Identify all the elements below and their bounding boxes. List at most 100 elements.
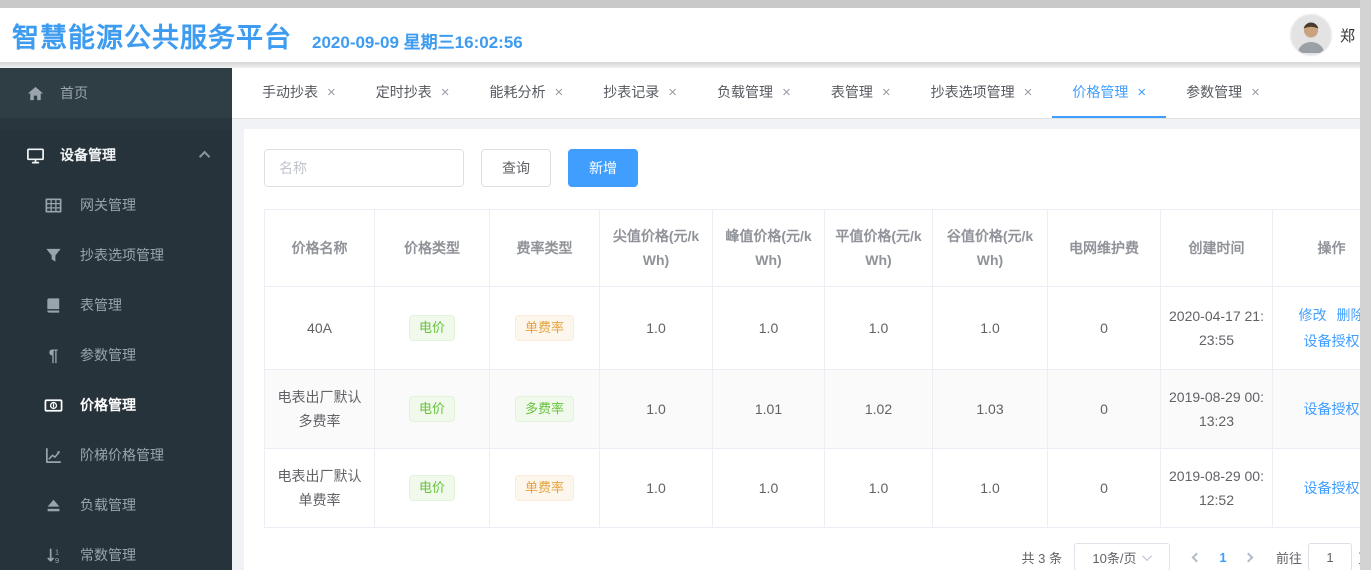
prev-page-button[interactable] [1184, 543, 1210, 570]
tag-badge: 多费率 [514, 396, 574, 422]
tab-0[interactable]: 手动抄表 × [242, 68, 356, 118]
tab-1[interactable]: 定时抄表 × [356, 68, 470, 118]
sidebar-item-7[interactable]: 1 9 常数管理 [0, 530, 232, 570]
cell-grid-fee: 0 [1047, 448, 1161, 528]
sidebar-item-5[interactable]: 阶梯价格管理 [0, 430, 232, 480]
tab-7[interactable]: 价格管理 × [1052, 68, 1167, 118]
window-right-strip [1360, 0, 1371, 570]
chevron-left-icon [1192, 552, 1202, 562]
add-button[interactable]: 新增 [568, 149, 638, 187]
column-header-8: 创建时间 [1160, 209, 1273, 287]
close-icon[interactable]: × [882, 85, 891, 100]
pagination-total: 共 3 条 [1021, 550, 1062, 566]
cell-rate-type: 单费率 [489, 448, 600, 528]
sidebar-item-3[interactable]: ¶ 参数管理 [0, 330, 232, 380]
query-button[interactable]: 查询 [481, 149, 551, 187]
sort-numeric-icon: 19 [44, 546, 63, 565]
cell-price-type: 电价 [374, 448, 490, 528]
cell-sharp-price: 1.0 [599, 369, 713, 449]
column-header-2: 费率类型 [489, 209, 600, 287]
chevron-up-icon [198, 150, 211, 163]
column-header-9: 操作 [1272, 209, 1371, 287]
column-header-0: 价格名称 [264, 209, 375, 287]
tab-label: 参数管理 [1186, 84, 1243, 100]
sidebar-item-label: 首页 [60, 85, 88, 101]
sidebar-item-label: 表管理 [80, 297, 122, 313]
page-number-1[interactable]: 1 [1210, 550, 1236, 565]
tab-4[interactable]: 负载管理 × [697, 68, 811, 118]
home-icon [26, 84, 45, 103]
tab-label: 负载管理 [717, 84, 774, 100]
sidebar-item-0[interactable]: 网关管理 [0, 180, 232, 230]
cell-grid-fee: 0 [1047, 286, 1161, 370]
money-icon [44, 396, 63, 415]
page-size-select[interactable]: 10条/页 [1073, 543, 1170, 570]
cell-grid-fee: 0 [1047, 369, 1161, 449]
next-page-button[interactable] [1236, 543, 1262, 570]
close-icon[interactable]: × [1024, 85, 1033, 100]
window-top-strip [0, 0, 1371, 8]
svg-text:9: 9 [55, 556, 59, 565]
search-input[interactable] [264, 149, 464, 187]
sidebar-item-2[interactable]: 表管理 [0, 280, 232, 330]
action-link-0[interactable]: 修改 [1299, 302, 1327, 328]
close-icon[interactable]: × [1137, 85, 1146, 100]
cell-created-time: 2019-08-29 00:13:23 [1160, 369, 1273, 449]
user-avatar[interactable] [1290, 15, 1331, 55]
cell-rate-type: 多费率 [489, 369, 600, 449]
cell-created-time: 2019-08-29 00:12:52 [1160, 448, 1273, 528]
close-icon[interactable]: × [782, 85, 791, 100]
tab-label: 手动抄表 [262, 84, 318, 100]
cell-price-type: 电价 [374, 369, 490, 449]
column-header-6: 谷值价格(元/kWh) [932, 209, 1048, 287]
cell-actions: 设备授权 [1272, 448, 1371, 528]
price-management-card: 查询 新增 价格名称价格类型费率类型尖值价格(元/kWh)峰值价格(元/kWh)… [244, 129, 1371, 570]
pilcrow-icon: ¶ [48, 345, 59, 365]
cell-actions: 修改 删除设备授权 [1272, 286, 1371, 370]
sidebar-item-4[interactable]: 价格管理 [0, 380, 232, 430]
close-icon[interactable]: × [1251, 85, 1260, 100]
tab-5[interactable]: 表管理 × [811, 68, 911, 118]
sidebar-item-6[interactable]: 负载管理 [0, 480, 232, 530]
tab-label: 表管理 [830, 84, 873, 100]
table-row: 电表出厂默认单费率 电价 单费率 1.0 1.0 1.0 1.0 0 2019-08-29 00… [264, 448, 1371, 528]
tag-badge: 电价 [408, 475, 455, 501]
action-link-0[interactable]: 设备授权 [1304, 475, 1360, 501]
sidebar-item-label: 阶梯价格管理 [80, 447, 164, 463]
cell-flat-price: 1.02 [824, 369, 933, 449]
tab-2[interactable]: 能耗分析 × [470, 68, 584, 118]
close-icon[interactable]: × [668, 85, 677, 100]
cell-valley-price: 1.0 [932, 448, 1048, 528]
chart-icon [44, 446, 63, 465]
tab-6[interactable]: 抄表选项管理 × [911, 68, 1053, 118]
cell-valley-price: 1.0 [932, 286, 1048, 370]
action-link-0[interactable]: 设备授权 [1304, 396, 1360, 422]
sidebar-item-label: 抄表选项管理 [80, 247, 164, 263]
sidebar: 首页 设备管理 网关管理抄表选项管理 表管理 ¶ 参数管理 价格管理阶梯价格管理负载管理… [0, 68, 232, 570]
close-icon[interactable]: × [327, 85, 336, 100]
sidebar-group-device-management[interactable]: 设备管理 [0, 130, 232, 180]
sidebar-group-wrap: 设备管理 网关管理抄表选项管理 表管理 ¶ 参数管理 价格管理阶梯价格管理负载管理 1 9 常… [0, 130, 232, 570]
cell-flat-price: 1.0 [824, 286, 933, 370]
close-icon[interactable]: × [441, 85, 450, 100]
user-name[interactable]: 郑 [1340, 25, 1355, 46]
app-title: 智慧能源公共服务平台 [12, 22, 292, 53]
column-header-4: 峰值价格(元/kWh) [712, 209, 825, 287]
page-size-value: 10条/页 [1092, 550, 1137, 566]
action-link-2[interactable]: 设备授权 [1304, 328, 1360, 354]
filter-icon [44, 246, 63, 265]
tab-label: 抄表记录 [603, 84, 660, 100]
sidebar-item-1[interactable]: 抄表选项管理 [0, 230, 232, 280]
book-icon [44, 296, 63, 315]
chevron-right-icon [1244, 552, 1254, 562]
tab-8[interactable]: 参数管理 × [1166, 68, 1280, 118]
main-area: 手动抄表 × 定时抄表 × 能耗分析 × 抄表记录 × 负载管理 × 表管理 × 抄表选项管理 × 价格管理… [232, 68, 1371, 570]
cell-price-name: 电表出厂默认多费率 [264, 369, 375, 449]
goto-page-input[interactable] [1307, 543, 1352, 570]
column-header-5: 平值价格(元/kWh) [824, 209, 933, 287]
tab-3[interactable]: 抄表记录 × [583, 68, 697, 118]
sidebar-item-home[interactable]: 首页 [0, 68, 232, 118]
close-icon[interactable]: × [555, 85, 564, 100]
tag-badge: 电价 [408, 315, 455, 341]
app-header: 智慧能源公共服务平台 2020-09-09 星期三16:02:56 郑 [0, 8, 1371, 62]
